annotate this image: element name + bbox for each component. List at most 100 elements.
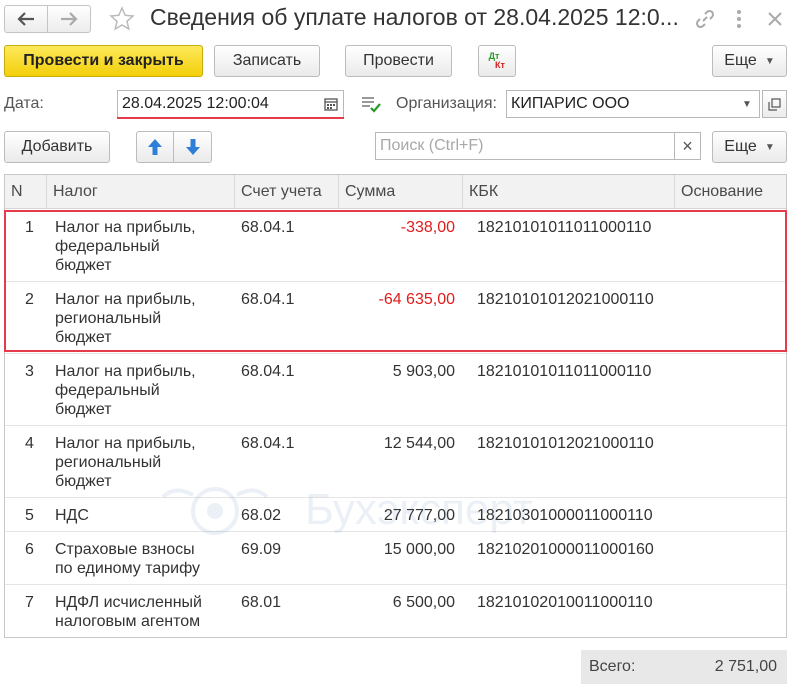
table-more-label: Еще xyxy=(724,138,757,155)
table-row[interactable]: 2 Налог на прибыль, региональный бюджет 68.0… xyxy=(5,282,786,354)
dt-kt-button[interactable]: Дт Кт xyxy=(478,45,516,77)
kbk-cell: 18210101011011000110 xyxy=(477,363,652,380)
row-number-cell: 1 xyxy=(25,219,34,236)
tax-name-cell: Налог на прибыль, федеральный бюджет xyxy=(55,362,235,419)
more-vertical-icon[interactable] xyxy=(726,6,752,32)
col-header-n[interactable]: N xyxy=(5,175,47,209)
tax-name-line: бюджет xyxy=(55,473,112,490)
table-row[interactable]: 1 Налог на прибыль, федеральный бюджет 68.04… xyxy=(5,210,786,282)
account-cell: 68.04.1 xyxy=(241,291,295,308)
more-label: Еще xyxy=(724,52,757,69)
add-row-button[interactable]: Добавить xyxy=(4,131,110,163)
table-row[interactable]: 5 НДС 68.02 27 777,00 18210301000011000110 xyxy=(5,498,786,532)
date-label: Дата: xyxy=(4,95,44,112)
dropdown-caret-icon[interactable]: ▼ xyxy=(735,91,759,117)
checklist-icon[interactable] xyxy=(360,94,382,114)
caret-down-icon: ▼ xyxy=(764,55,775,67)
open-organization-button[interactable] xyxy=(762,90,787,118)
sum-cell: 6 500,00 xyxy=(392,594,455,611)
arrow-down-icon xyxy=(185,139,200,155)
caret-down-icon: ▼ xyxy=(764,141,775,153)
table-row[interactable]: 7 НДФЛ исчисленный налоговым агентом 68.01 6… xyxy=(5,585,786,637)
post-button[interactable]: Провести xyxy=(345,45,452,77)
table-row[interactable]: 3 Налог на прибыль, федеральный бюджет 68.04… xyxy=(5,354,786,426)
table-header: N Налог Счет учета Сумма КБК Основание xyxy=(5,175,786,209)
tax-name-line: Налог на прибыль, xyxy=(55,219,196,236)
more-button[interactable]: Еще ▼ xyxy=(712,45,787,77)
col-header-basis[interactable]: Основание xyxy=(675,175,786,209)
tax-name-line: НДС xyxy=(55,507,89,524)
tax-name-cell: Налог на прибыль, региональный бюджет xyxy=(55,290,235,347)
tax-name-line: налоговым агентом xyxy=(55,613,201,630)
tax-name-line: Налог на прибыль, xyxy=(55,291,196,308)
tax-name-cell: НДФЛ исчисленный налоговым агентом xyxy=(55,593,235,631)
taxes-table[interactable]: N Налог Счет учета Сумма КБК Основание 1… xyxy=(4,174,787,638)
col-header-kbk[interactable]: КБК xyxy=(463,175,675,209)
table-row[interactable]: 4 Налог на прибыль, региональный бюджет 68.0… xyxy=(5,426,786,498)
sum-cell: 15 000,00 xyxy=(383,541,455,558)
link-icon[interactable] xyxy=(692,6,718,32)
tax-name-line: Налог на прибыль, xyxy=(55,363,196,380)
kbk-cell: 18210101011011000110 xyxy=(477,219,652,236)
sum-cell: -338,00 xyxy=(400,219,455,236)
tax-name-line: бюджет xyxy=(55,329,112,346)
move-down-button[interactable] xyxy=(173,131,212,163)
account-cell: 68.04.1 xyxy=(241,363,295,380)
date-underline xyxy=(117,117,344,119)
tax-name-line: Налог на прибыль, xyxy=(55,435,196,452)
col-header-account[interactable]: Счет учета xyxy=(235,175,339,209)
row-number-cell: 7 xyxy=(25,594,34,611)
tax-name-line: региональный xyxy=(55,454,162,471)
window-title: Сведения об уплате налогов от 28.04.2025… xyxy=(150,4,679,30)
table-more-button[interactable]: Еще ▼ xyxy=(712,131,787,163)
back-arrow-icon xyxy=(17,12,34,26)
sum-cell: 27 777,00 xyxy=(383,507,455,524)
arrow-up-icon xyxy=(148,139,162,155)
date-value: 28.04.2025 12:00:04 xyxy=(122,95,269,112)
tax-name-line: региональный xyxy=(55,310,162,327)
calendar-icon[interactable] xyxy=(319,91,343,117)
tax-name-cell: Налог на прибыль, федеральный бюджет xyxy=(55,218,235,275)
row-number-cell: 4 xyxy=(25,435,34,452)
organization-field[interactable]: КИПАРИС ООО ▼ xyxy=(506,90,760,118)
row-number-cell: 5 xyxy=(25,507,34,524)
account-cell: 69.09 xyxy=(241,541,282,558)
tax-name-line: НДФЛ исчисленный xyxy=(55,594,202,611)
total-label: Всего: xyxy=(589,658,636,675)
row-number-cell: 6 xyxy=(25,541,34,558)
tax-name-cell: НДС xyxy=(55,506,235,525)
move-up-button[interactable] xyxy=(136,131,174,163)
tax-name-line: федеральный xyxy=(55,238,160,255)
kbk-cell: 18210301000011000110 xyxy=(477,507,653,524)
back-button[interactable] xyxy=(4,5,48,33)
tax-name-line: федеральный xyxy=(55,382,160,399)
col-header-tax[interactable]: Налог xyxy=(47,175,235,209)
col-header-sum[interactable]: Сумма xyxy=(339,175,463,209)
account-cell: 68.02 xyxy=(241,507,282,524)
organization-value: КИПАРИС ООО xyxy=(511,95,630,112)
tax-name-line: бюджет xyxy=(55,257,112,274)
total-value: 2 751,00 xyxy=(714,658,777,675)
sum-cell: -64 635,00 xyxy=(378,291,455,308)
search-input[interactable]: Поиск (Ctrl+F) xyxy=(375,132,675,160)
dt-kt-icon: Дт Кт xyxy=(489,52,506,70)
forward-button[interactable] xyxy=(47,5,91,33)
tax-name-line: бюджет xyxy=(55,401,112,418)
clear-search-button[interactable]: × xyxy=(674,132,701,160)
search-placeholder: Поиск (Ctrl+F) xyxy=(380,137,484,154)
kbk-cell: 18210101012021000110 xyxy=(477,435,654,452)
date-field[interactable]: 28.04.2025 12:00:04 xyxy=(117,90,344,118)
account-cell: 68.04.1 xyxy=(241,219,295,236)
table-row[interactable]: 6 Страховые взносы по единому тарифу 69.09 1… xyxy=(5,532,786,585)
post-and-close-button[interactable]: Провести и закрыть xyxy=(4,45,203,77)
tax-name-cell: Страховые взносы по единому тарифу xyxy=(55,540,235,578)
favorite-star-icon[interactable] xyxy=(109,6,135,32)
tax-name-cell: Налог на прибыль, региональный бюджет xyxy=(55,434,235,491)
account-cell: 68.01 xyxy=(241,594,282,611)
kbk-cell: 18210201000011000160 xyxy=(477,541,654,558)
kt-label: Кт xyxy=(495,60,505,70)
total-panel: Всего: 2 751,00 xyxy=(581,650,787,684)
kbk-cell: 18210101012021000110 xyxy=(477,291,654,308)
save-button[interactable]: Записать xyxy=(214,45,320,77)
close-icon[interactable] xyxy=(762,6,788,32)
